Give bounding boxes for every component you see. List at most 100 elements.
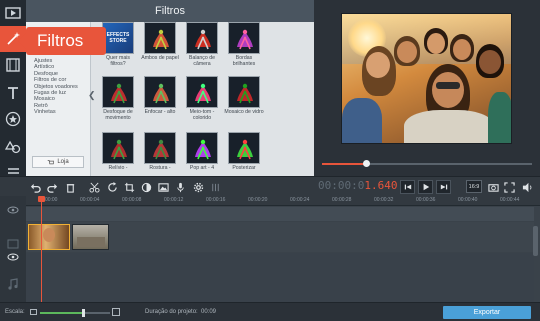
filter-label: Posterizar: [232, 165, 256, 171]
contrast-icon: [141, 182, 151, 192]
filter-thumbnail: [228, 76, 260, 108]
filter-label: Desfoque de movimento: [103, 109, 133, 121]
duration-value: 00:09: [201, 309, 217, 315]
export-button[interactable]: Exportar: [443, 306, 531, 319]
preview-scrubber[interactable]: [322, 160, 532, 167]
ruler-tick-label: 00:00:24: [290, 197, 310, 203]
filter-thumbnail: [102, 76, 134, 108]
filters-callout: Filtros: [18, 27, 106, 55]
filter-tile[interactable]: Balanço de câmera: [182, 22, 222, 67]
zoom-out-icon[interactable]: [30, 308, 37, 316]
track-headers: [0, 196, 26, 302]
next-button[interactable]: [436, 180, 451, 194]
ruler-tick-label: 00:00:04: [80, 197, 100, 203]
editing-toolbar: 00:00:01.640 16:9: [0, 176, 540, 196]
fullscreen-button[interactable]: [502, 180, 516, 194]
timeline: 00:00:00 00:00:04 00:00:08 00:00:12 00:00:16…: [0, 196, 540, 302]
import-media-tool[interactable]: [0, 0, 26, 26]
transitions-tool[interactable]: [0, 52, 26, 78]
snapshot-button[interactable]: [486, 180, 500, 194]
music-note-icon: [8, 278, 18, 290]
store-button[interactable]: Loja: [32, 156, 84, 168]
filter-tile[interactable]: Desfoque de movimento: [98, 76, 138, 121]
status-bar: Escala: Duração do projeto: 00:09 Export…: [0, 302, 540, 321]
filter-tile[interactable]: Mosaico de vidro: [224, 76, 264, 116]
equalizer-button[interactable]: [208, 180, 222, 194]
delete-button[interactable]: [63, 180, 77, 194]
video-clip[interactable]: [28, 224, 70, 250]
camera-icon: [487, 183, 499, 192]
cut-button[interactable]: [87, 180, 101, 194]
filter-label: Balanço de câmera: [189, 55, 215, 67]
zoom-handle[interactable]: [82, 309, 86, 317]
scrubber-handle[interactable]: [363, 160, 370, 167]
filter-tile[interactable]: Bordas brilhantes: [224, 22, 264, 67]
audio-track[interactable]: [26, 253, 534, 302]
playhead-line: [41, 196, 42, 302]
record-audio-button[interactable]: [173, 180, 187, 194]
zoom-slider[interactable]: [40, 309, 110, 317]
crop-button[interactable]: [122, 180, 136, 194]
collapse-panel-arrow[interactable]: ❮: [88, 90, 96, 101]
previous-button[interactable]: [400, 180, 415, 194]
filter-tile[interactable]: Pop art - 4: [182, 132, 222, 172]
track-visibility-icon[interactable]: [6, 251, 20, 263]
filter-tile[interactable]: Ambos de papel: [140, 22, 180, 62]
overlay-track[interactable]: [26, 207, 534, 221]
titles-tool[interactable]: [0, 80, 26, 106]
microphone-icon: [176, 182, 184, 192]
video-track-icon: [7, 239, 19, 249]
category-item[interactable]: Vinhetas: [34, 109, 90, 115]
timecode-active: 1.640: [364, 179, 398, 192]
filter-label: Bordas brilhantes: [232, 55, 256, 67]
filter-label: Ambos de papel: [141, 55, 179, 61]
redo-button[interactable]: [45, 180, 59, 194]
visibility-icon[interactable]: [6, 204, 20, 216]
tool-rail: [0, 0, 26, 196]
filter-thumbnail: [186, 76, 218, 108]
ruler-tick-label: 00:00:40: [458, 197, 478, 203]
equalizer-icon: [211, 183, 219, 191]
filter-tile[interactable]: Relívio -: [98, 132, 138, 172]
volume-button[interactable]: [520, 180, 534, 194]
timeline-scrollbar[interactable]: [533, 226, 538, 256]
filter-label: Quer mais filtros?: [106, 55, 130, 67]
filter-tile[interactable]: Rostura -: [140, 132, 180, 172]
filter-tile[interactable]: Enfocar - alto: [140, 76, 180, 116]
film-icon: [6, 58, 20, 72]
timeline-ruler[interactable]: 00:00:00 00:00:04 00:00:08 00:00:12 00:00:16…: [26, 196, 540, 206]
preview-area: [314, 0, 540, 176]
filter-tile[interactable]: Meio-tom - colorido: [182, 76, 222, 121]
image-icon: [157, 182, 169, 192]
skip-forward-icon: [440, 184, 447, 190]
rotate-button[interactable]: [105, 180, 119, 194]
filter-thumbnail: [186, 22, 218, 54]
filter-tile[interactable]: Posterizar: [224, 132, 264, 172]
scissors-icon: [88, 182, 100, 193]
duration-label: Duração do projeto:: [145, 309, 198, 315]
video-preview[interactable]: [341, 13, 512, 144]
fullscreen-icon: [503, 181, 515, 193]
crop-icon: [124, 182, 134, 192]
rotate-icon: [107, 181, 117, 192]
settings-button[interactable]: [191, 180, 205, 194]
filter-thumbnail: [144, 76, 176, 108]
filter-label: Meio-tom - colorido: [189, 109, 215, 121]
aspect-ratio-button[interactable]: 16:9: [466, 180, 482, 193]
zoom-in-icon[interactable]: [112, 308, 120, 316]
filter-thumbnail: [102, 132, 134, 164]
ruler-tick-label: 00:00:36: [416, 197, 436, 203]
color-adjust-button[interactable]: [139, 180, 153, 194]
callouts-tool[interactable]: [0, 134, 26, 160]
undo-button[interactable]: [28, 180, 42, 194]
skip-back-icon: [404, 184, 411, 190]
media-insert-button[interactable]: [156, 180, 170, 194]
filter-thumbnail: [228, 132, 260, 164]
filter-label: Enfocar - alto: [144, 109, 176, 115]
trash-icon: [66, 183, 74, 193]
video-clip[interactable]: [72, 224, 109, 250]
stickers-tool[interactable]: [0, 106, 26, 132]
play-button[interactable]: [418, 180, 433, 194]
text-icon: [8, 87, 18, 99]
playhead-handle[interactable]: [38, 196, 45, 202]
